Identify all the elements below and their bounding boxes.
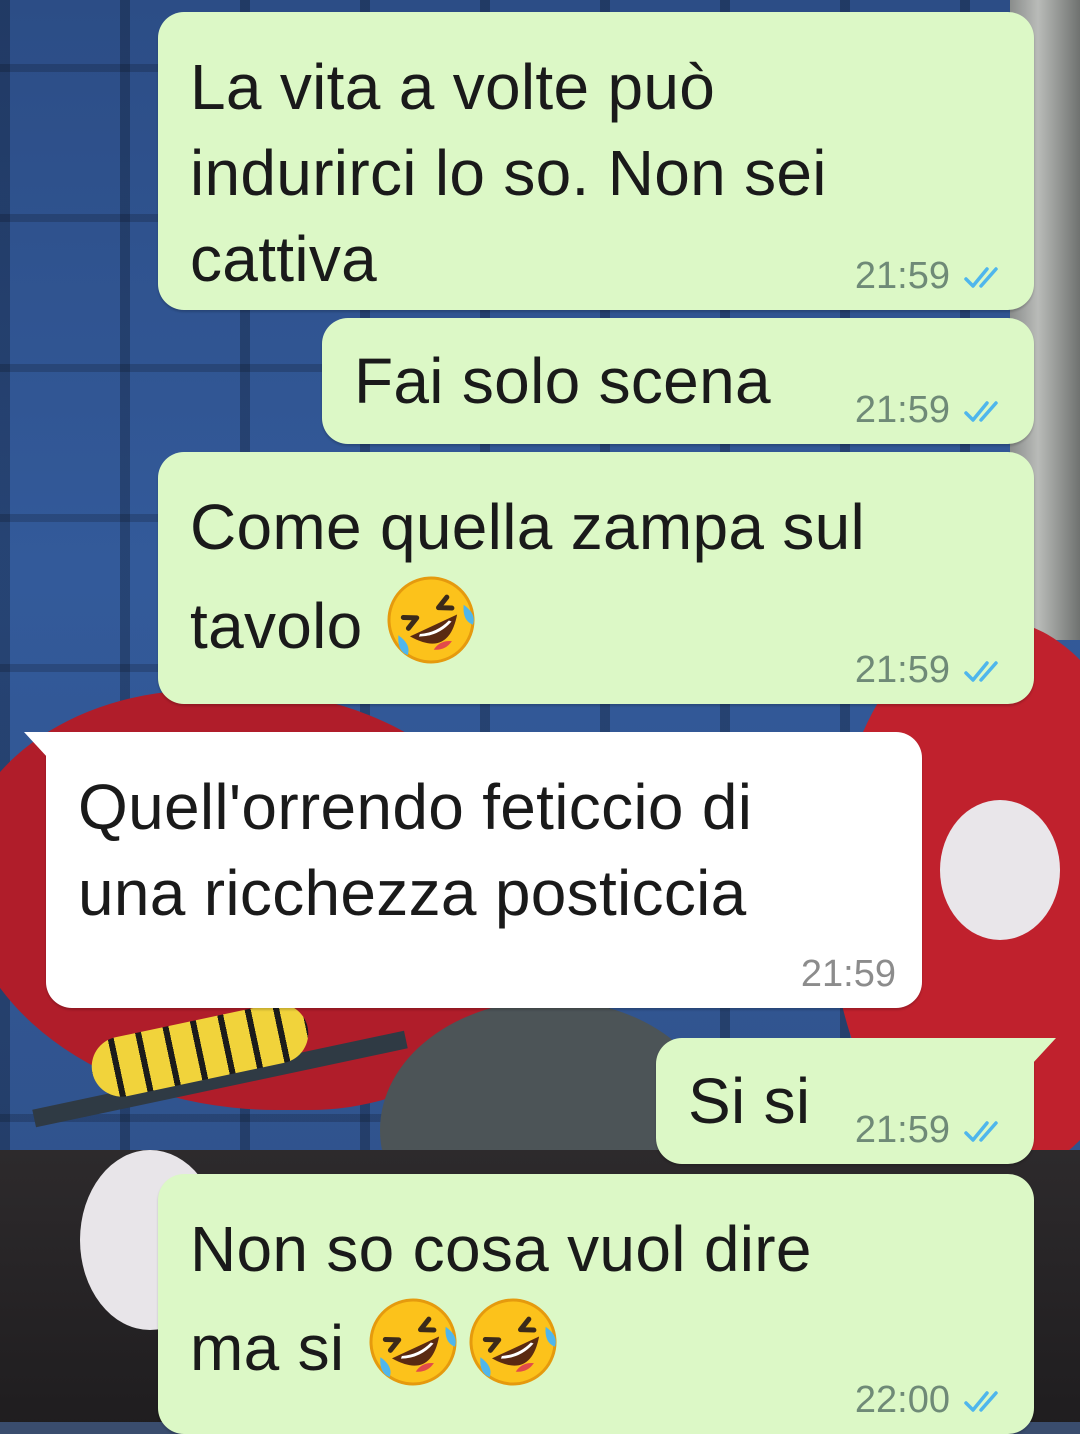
message-meta: 21:59 bbox=[855, 255, 1008, 298]
message-meta: 21:59 bbox=[801, 953, 896, 996]
message-text: La vita a volte può indurirci lo so. Non… bbox=[190, 51, 827, 295]
message-time: 21:59 bbox=[854, 255, 950, 297]
incoming-message[interactable]: Quell'orrendo feticcio di una ricchezza … bbox=[24, 732, 922, 1008]
outgoing-message[interactable]: Si si 21:59 bbox=[656, 1038, 1056, 1164]
rolling-on-floor-laughing-emoji bbox=[381, 570, 481, 670]
message-list[interactable]: La vita a volte può indurirci lo so. Non… bbox=[0, 0, 1080, 1434]
message-text: Come quella zampa sul tavolo bbox=[190, 491, 866, 662]
double-check-icon bbox=[964, 266, 998, 288]
double-check-icon bbox=[964, 400, 998, 422]
outgoing-message[interactable]: La vita a volte può indurirci lo so. Non… bbox=[158, 12, 1034, 310]
message-time: 21:59 bbox=[854, 1109, 950, 1151]
message-meta: 21:59 bbox=[855, 649, 1008, 692]
message-time: 21:59 bbox=[854, 649, 950, 691]
double-check-icon bbox=[964, 1390, 998, 1412]
rolling-on-floor-laughing-emoji bbox=[363, 1292, 463, 1392]
message-meta: 21:59 bbox=[855, 1109, 1008, 1152]
double-check-icon bbox=[964, 660, 998, 682]
message-meta: 21:59 bbox=[855, 389, 1008, 432]
double-check-icon bbox=[964, 1120, 998, 1142]
message-text: Fai solo scena bbox=[354, 345, 771, 417]
message-time: 22:00 bbox=[854, 1379, 950, 1421]
message-time: 21:59 bbox=[800, 953, 896, 995]
message-body: Come quella zampa sul tavolo bbox=[190, 484, 865, 670]
outgoing-message[interactable]: Come quella zampa sul tavolo 21:59 bbox=[158, 452, 1034, 704]
message-time: 21:59 bbox=[854, 389, 950, 431]
message-meta: 22:00 bbox=[855, 1379, 1008, 1422]
outgoing-message[interactable]: Non so cosa vuol dire ma si 22:00 bbox=[158, 1174, 1034, 1434]
message-text: Si si bbox=[688, 1065, 811, 1137]
outgoing-message[interactable]: Fai solo scena 21:59 bbox=[322, 318, 1034, 444]
message-text: Quell'orrendo feticcio di una ricchezza … bbox=[78, 771, 753, 929]
message-body: Non so cosa vuol dire ma si bbox=[190, 1206, 812, 1392]
rolling-on-floor-laughing-emoji bbox=[463, 1292, 563, 1392]
